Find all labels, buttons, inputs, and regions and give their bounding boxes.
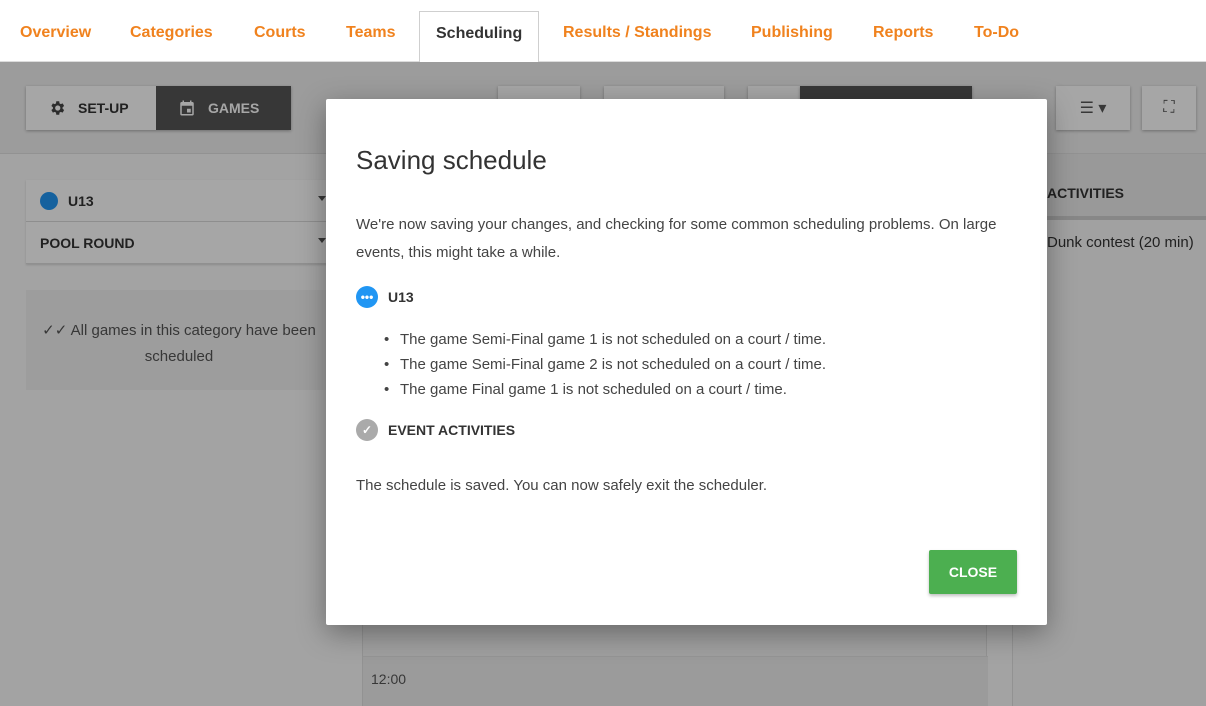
- dialog-intro: We're now saving your changes, and check…: [356, 216, 997, 261]
- tab-overview[interactable]: Overview: [20, 11, 91, 62]
- tab-courts[interactable]: Courts: [254, 11, 306, 62]
- issue-item: The game Semi-Final game 1 is not schedu…: [382, 327, 826, 352]
- tab-reports[interactable]: Reports: [873, 11, 933, 62]
- issue-item: The game Final game 1 is not scheduled o…: [382, 377, 826, 402]
- saving-schedule-dialog: Saving schedule We're now saving your ch…: [326, 99, 1047, 625]
- tab-publishing[interactable]: Publishing: [751, 11, 833, 62]
- category-status-row: ••• U13: [356, 286, 414, 308]
- category-status-row: ✓ EVENT ACTIVITIES: [356, 419, 515, 441]
- tab-results-standings[interactable]: Results / Standings: [563, 11, 711, 62]
- check-icon: ✓: [356, 419, 378, 441]
- tab-scheduling[interactable]: Scheduling: [419, 11, 540, 62]
- tab-teams[interactable]: Teams: [346, 11, 396, 62]
- category-status-name: U13: [388, 289, 414, 305]
- category-status-name: EVENT ACTIVITIES: [388, 422, 516, 438]
- saved-message: The schedule is saved. You can now safel…: [356, 477, 768, 494]
- issue-item: The game Semi-Final game 2 is not schedu…: [382, 352, 826, 377]
- issue-list: The game Semi-Final game 1 is not schedu…: [382, 327, 826, 402]
- dialog-title: Saving schedule: [356, 145, 547, 175]
- tab-categories[interactable]: Categories: [130, 11, 213, 62]
- more-icon: •••: [356, 286, 378, 308]
- close-button[interactable]: CLOSE: [929, 550, 1017, 594]
- main-tab-bar: Overview Categories Courts Teams Schedul…: [0, 0, 1206, 62]
- tab-to-do[interactable]: To-Do: [974, 11, 1019, 62]
